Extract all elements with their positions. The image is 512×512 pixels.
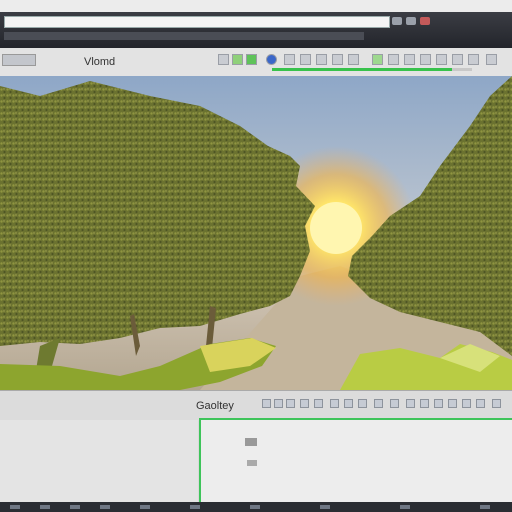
panel-header: Gaoltey [0, 390, 512, 421]
panel-tool-6-icon[interactable] [330, 399, 339, 408]
minimize-icon[interactable] [392, 17, 402, 25]
panel-tool-3-icon[interactable] [286, 399, 295, 408]
window-top-strip [0, 0, 512, 12]
panel-tool-9-icon[interactable] [374, 399, 383, 408]
menu-strip[interactable] [4, 32, 364, 40]
panel-tool-1-icon[interactable] [262, 399, 271, 408]
snap-tool-icon[interactable] [300, 54, 311, 65]
panel-tool-10-icon[interactable] [390, 399, 399, 408]
title-bar [0, 12, 512, 48]
rotate-tool-icon[interactable] [246, 54, 257, 65]
globe-icon[interactable] [266, 54, 277, 65]
render-tool-icon[interactable] [372, 54, 383, 65]
render-progress-bar [272, 68, 472, 71]
file-menu-button[interactable] [2, 54, 36, 66]
address-text [11, 17, 381, 27]
scale-tool-icon[interactable] [284, 54, 295, 65]
close-icon[interactable] [420, 17, 430, 25]
panel-tool-12-icon[interactable] [420, 399, 429, 408]
taskbar-item-icon[interactable] [480, 505, 490, 509]
mode-label: Vlomd [84, 56, 116, 68]
camera-tool-icon[interactable] [332, 54, 343, 65]
address-field[interactable] [4, 16, 390, 28]
settings-gear-icon[interactable] [486, 54, 497, 65]
render-progress-fill [272, 68, 452, 71]
toolbar: Vlomd [0, 48, 512, 77]
scene-viewport[interactable] [0, 76, 512, 390]
taskbar-item-icon[interactable] [400, 505, 410, 509]
panel-tool-11-icon[interactable] [406, 399, 415, 408]
move-tool-icon[interactable] [232, 54, 243, 65]
panel-tool-5-icon[interactable] [314, 399, 323, 408]
panel-left-label [2, 399, 42, 411]
sun [310, 202, 362, 254]
output-tool-icon[interactable] [468, 54, 479, 65]
panel-tool-16-icon[interactable] [476, 399, 485, 408]
property-swatch-2[interactable] [247, 460, 257, 466]
taskbar-item-icon[interactable] [40, 505, 50, 509]
taskbar-item-icon[interactable] [190, 505, 200, 509]
taskbar-item-icon[interactable] [250, 505, 260, 509]
panel-tool-7-icon[interactable] [344, 399, 353, 408]
outliner-panel[interactable] [0, 420, 198, 502]
cursor-tool-icon[interactable] [218, 54, 229, 65]
panel-tool-17-icon[interactable] [492, 399, 501, 408]
panel-tool-13-icon[interactable] [434, 399, 443, 408]
taskbar-item-icon[interactable] [140, 505, 150, 509]
left-tree-canopy [0, 81, 315, 346]
panel-tool-8-icon[interactable] [358, 399, 367, 408]
panel-tool-4-icon[interactable] [300, 399, 309, 408]
maximize-icon[interactable] [406, 17, 416, 25]
scene-render [0, 76, 512, 390]
taskbar-item-icon[interactable] [10, 505, 20, 509]
properties-panel[interactable] [199, 418, 512, 502]
material-tool-icon[interactable] [404, 54, 415, 65]
panel-tool-14-icon[interactable] [448, 399, 457, 408]
animation-tool-icon[interactable] [436, 54, 447, 65]
panel-title: Gaoltey [196, 400, 234, 412]
taskbar-item-icon[interactable] [320, 505, 330, 509]
light-tool-icon[interactable] [316, 54, 327, 65]
script-tool-icon[interactable] [452, 54, 463, 65]
layer-tool-icon[interactable] [388, 54, 399, 65]
taskbar-item-icon[interactable] [100, 505, 110, 509]
property-swatch[interactable] [245, 438, 257, 446]
taskbar-item-icon[interactable] [70, 505, 80, 509]
physics-tool-icon[interactable] [420, 54, 431, 65]
panel-tool-2-icon[interactable] [274, 399, 283, 408]
grid-tool-icon[interactable] [348, 54, 359, 65]
taskbar [0, 502, 512, 512]
panel-tool-15-icon[interactable] [462, 399, 471, 408]
